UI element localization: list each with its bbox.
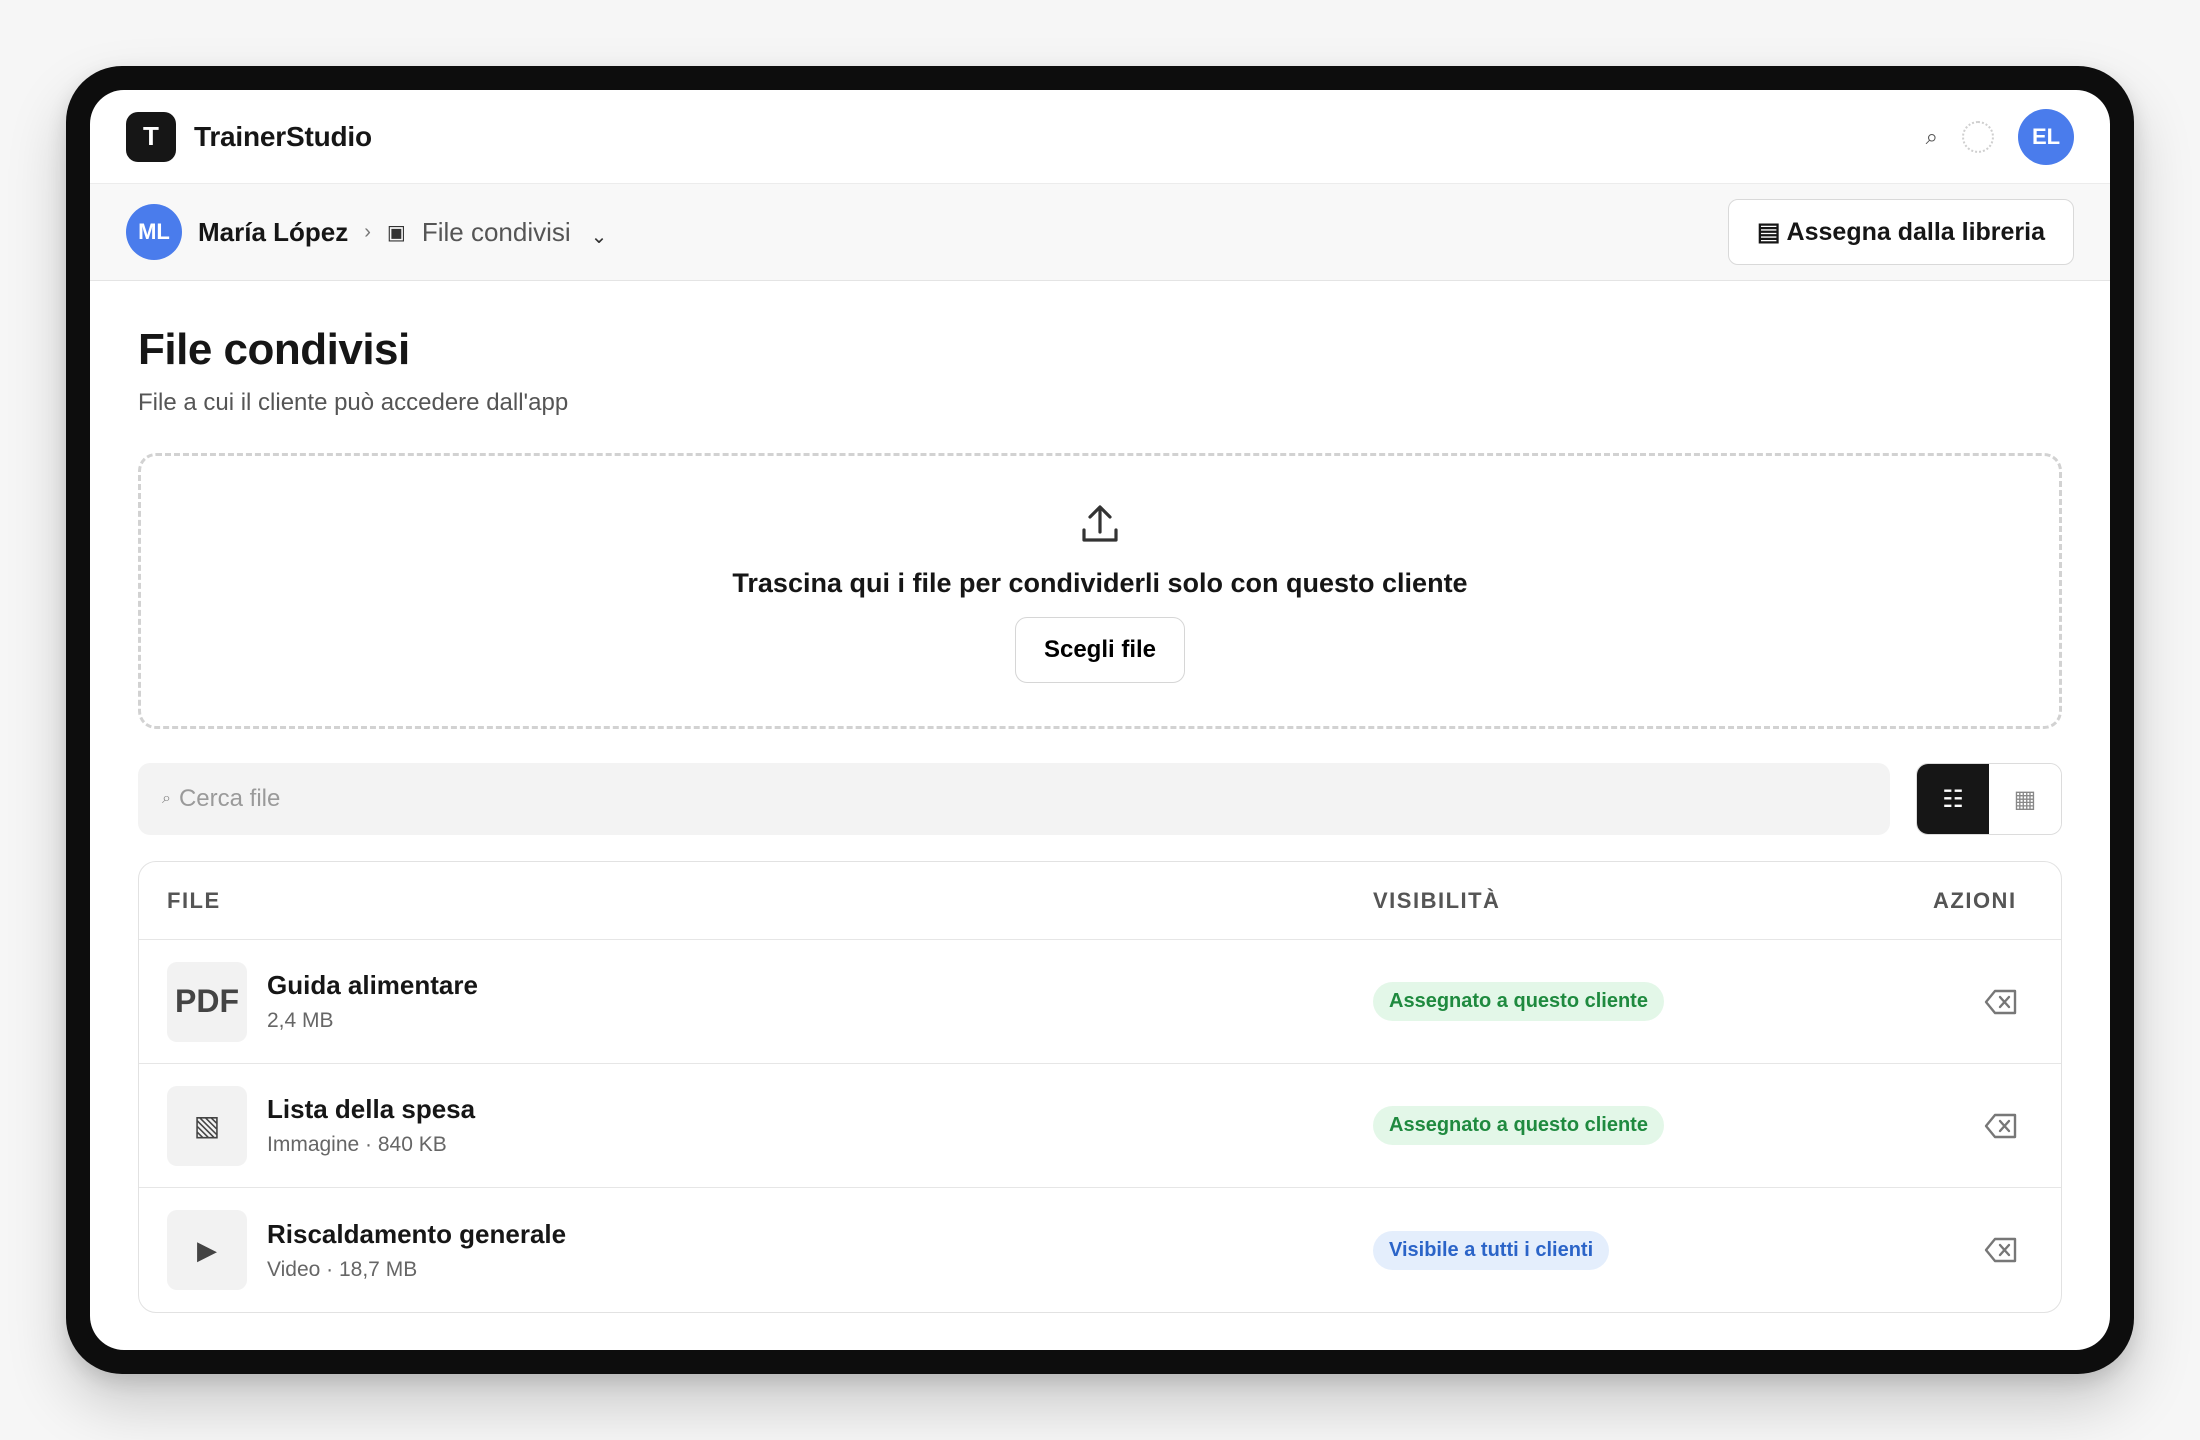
upload-icon	[1082, 504, 1118, 542]
choose-file-button[interactable]: Scegli file	[1014, 616, 1186, 683]
search-icon[interactable]: ⌕	[1926, 124, 1938, 150]
search-input[interactable]	[178, 785, 1866, 813]
delete-icon[interactable]	[1983, 1112, 2019, 1140]
actions-cell	[1933, 988, 2033, 1016]
status-indicator-icon	[1962, 120, 1994, 153]
page-subtitle: File a cui il cliente può accedere dall'…	[138, 389, 569, 416]
brand[interactable]: T TrainerStudio	[126, 111, 372, 162]
assign-from-library-button[interactable]: ▤ Assegna dalla libreria	[1727, 199, 2074, 265]
file-cell: PDF Guida alimentare 2,4 MB	[167, 961, 1373, 1042]
main-content: File condivisi File a cui il cliente può…	[90, 281, 2110, 1313]
table-row[interactable]: PDF Guida alimentare 2,4 MB Assegnato a …	[139, 940, 2061, 1064]
client-avatar[interactable]: ML	[126, 204, 182, 260]
search-box[interactable]: ⌕	[138, 763, 1890, 835]
visibility-cell: Assegnato a questo cliente	[1373, 1106, 1933, 1145]
file-info: Guida alimentare 2,4 MB	[267, 970, 478, 1033]
page-title: File condivisi	[138, 325, 410, 374]
brand-name: TrainerStudio	[194, 120, 372, 152]
folder-icon: ▣	[386, 221, 406, 244]
breadcrumb-separator-icon: ›	[364, 220, 371, 243]
table-header: FILE VISIBILITÀ AZIONI	[139, 862, 2061, 940]
file-name[interactable]: Riscaldamento generale	[267, 1219, 566, 1250]
pdf-file-icon: PDF	[167, 961, 247, 1042]
visibility-cell: Assegnato a questo cliente	[1373, 982, 1933, 1021]
table-row[interactable]: ▧ Lista della spesa Immagine · 840 KB As…	[139, 1064, 2061, 1188]
column-header-actions: AZIONI	[1933, 887, 2017, 913]
visibility-badge: Assegnato a questo cliente	[1373, 1106, 1664, 1145]
assign-from-library-label: Assegna dalla libreria	[1786, 217, 2045, 246]
file-meta: Video · 18,7 MB	[267, 1257, 418, 1281]
delete-icon[interactable]	[1983, 1236, 2019, 1264]
column-header-file[interactable]: FILE	[167, 888, 1373, 914]
brand-logo: T	[126, 111, 176, 162]
visibility-badge: Assegnato a questo cliente	[1373, 982, 1664, 1021]
visibility-badge: Visibile a tutti i clienti	[1373, 1230, 1610, 1270]
video-file-icon: ▶	[167, 1210, 247, 1290]
device-frame: T TrainerStudio ⌕ EL ML María López › ▣ …	[66, 66, 2134, 1374]
breadcrumb: ML María López › ▣ File condivisi ⌄	[126, 204, 607, 260]
file-name[interactable]: Lista della spesa	[267, 1094, 475, 1125]
top-bar: T TrainerStudio ⌕ EL	[90, 90, 2110, 184]
user-avatar[interactable]: EL	[2018, 108, 2074, 165]
file-meta: Immagine · 840 KB	[267, 1133, 447, 1156]
top-actions: ⌕ EL	[1926, 108, 2074, 165]
grid-view-button[interactable]: ▦	[1989, 764, 2061, 834]
column-header-visibility[interactable]: VISIBILITÀ	[1373, 888, 1933, 914]
table-row[interactable]: ▶ Riscaldamento generale Video · 18,7 MB…	[139, 1188, 2061, 1312]
upload-dropzone[interactable]: Trascina qui i file per condividerli sol…	[138, 453, 2062, 729]
app-screen: T TrainerStudio ⌕ EL ML María López › ▣ …	[90, 90, 2110, 1350]
visibility-cell: Visibile a tutti i clienti	[1373, 1230, 1933, 1270]
image-file-icon: ▧	[167, 1085, 247, 1166]
file-meta: 2,4 MB	[267, 1009, 334, 1032]
search-icon: ⌕	[162, 790, 171, 807]
breadcrumb-current-section[interactable]: File condivisi	[422, 217, 571, 248]
chevron-down-icon[interactable]: ⌄	[591, 224, 608, 249]
dropzone-text: Trascina qui i file per condividerli sol…	[732, 567, 1468, 598]
file-toolbar: ⌕ ☷ ▦	[138, 763, 2062, 835]
breadcrumb-client-name[interactable]: María López	[198, 217, 348, 248]
file-cell: ▶ Riscaldamento generale Video · 18,7 MB	[167, 1210, 1373, 1290]
library-icon: ▤	[1756, 218, 1781, 246]
file-info: Lista della spesa Immagine · 840 KB	[267, 1094, 475, 1157]
breadcrumb-bar: ML María López › ▣ File condivisi ⌄ ▤ As…	[90, 184, 2110, 281]
file-info: Riscaldamento generale Video · 18,7 MB	[267, 1219, 566, 1282]
file-cell: ▧ Lista della spesa Immagine · 840 KB	[167, 1085, 1373, 1166]
files-table: FILE VISIBILITÀ AZIONI PDF Guida aliment…	[138, 861, 2062, 1313]
list-view-button[interactable]: ☷	[1917, 764, 1989, 834]
view-toggle: ☷ ▦	[1916, 763, 2062, 835]
actions-cell	[1933, 1112, 2033, 1140]
actions-cell	[1933, 1236, 2033, 1264]
delete-icon[interactable]	[1983, 988, 2019, 1016]
file-name[interactable]: Guida alimentare	[267, 970, 478, 1001]
